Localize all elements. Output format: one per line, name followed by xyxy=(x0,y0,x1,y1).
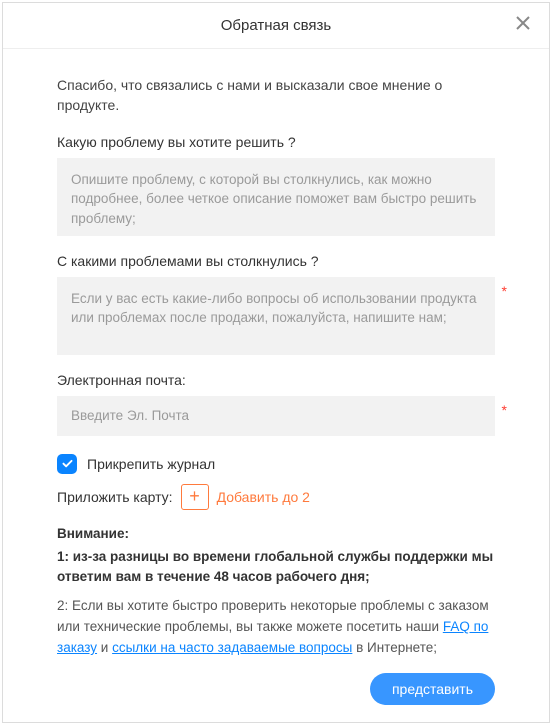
intro-text: Спасибо, что связались с нами и высказал… xyxy=(57,75,495,116)
check-icon xyxy=(61,457,74,470)
attach-log-checkbox[interactable] xyxy=(57,454,77,474)
problem-description-textarea[interactable] xyxy=(57,158,495,236)
plus-icon: + xyxy=(189,486,200,507)
field-label: Какую проблему вы хотите решить ? xyxy=(57,134,495,150)
attach-log-row: Прикрепить журнал xyxy=(57,454,495,474)
dialog-footer: представить xyxy=(57,673,495,705)
notice-text: в Интернете; xyxy=(352,640,437,655)
add-attachment-button[interactable]: + xyxy=(181,484,209,510)
notice-text: 2: Если вы хотите быстро проверить некот… xyxy=(57,598,489,634)
add-upto-text: Добавить до 2 xyxy=(217,489,310,505)
notice-item-1: 1: из-за разницы во времени глобальной с… xyxy=(57,547,495,589)
submit-button[interactable]: представить xyxy=(370,673,495,705)
required-mark: * xyxy=(502,283,507,299)
field-label: С какими проблемами вы столкнулись ? xyxy=(57,253,495,269)
notice-heading: Внимание: xyxy=(57,524,495,545)
problems-faced-textarea[interactable] xyxy=(57,277,495,355)
dialog-title: Обратная связь xyxy=(221,17,332,34)
field-email: Электронная почта: * xyxy=(57,372,495,436)
field-problem-to-solve: Какую проблему вы хотите решить ? xyxy=(57,134,495,239)
dialog-header: Обратная связь xyxy=(3,3,549,49)
feedback-dialog: Обратная связь Спасибо, что связались с … xyxy=(2,2,550,723)
field-problems-faced: С какими проблемами вы столкнулись ? * xyxy=(57,253,495,358)
attach-card-label: Приложить карту: xyxy=(57,489,173,505)
notice-item-2: 2: Если вы хотите быстро проверить некот… xyxy=(57,596,495,659)
dialog-content: Спасибо, что связались с нами и высказал… xyxy=(3,49,549,722)
email-input[interactable] xyxy=(57,396,495,436)
close-button[interactable] xyxy=(515,15,535,35)
faq-general-link[interactable]: ссылки на часто задаваемые вопросы xyxy=(112,640,352,655)
field-label: Электронная почта: xyxy=(57,372,495,388)
notice-block: Внимание: 1: из-за разницы во времени гл… xyxy=(57,524,495,660)
attach-log-label: Прикрепить журнал xyxy=(87,456,215,472)
close-icon xyxy=(515,15,531,31)
attach-card-row: Приложить карту: + Добавить до 2 xyxy=(57,484,495,510)
notice-text: и xyxy=(97,640,112,655)
required-mark: * xyxy=(502,402,507,418)
